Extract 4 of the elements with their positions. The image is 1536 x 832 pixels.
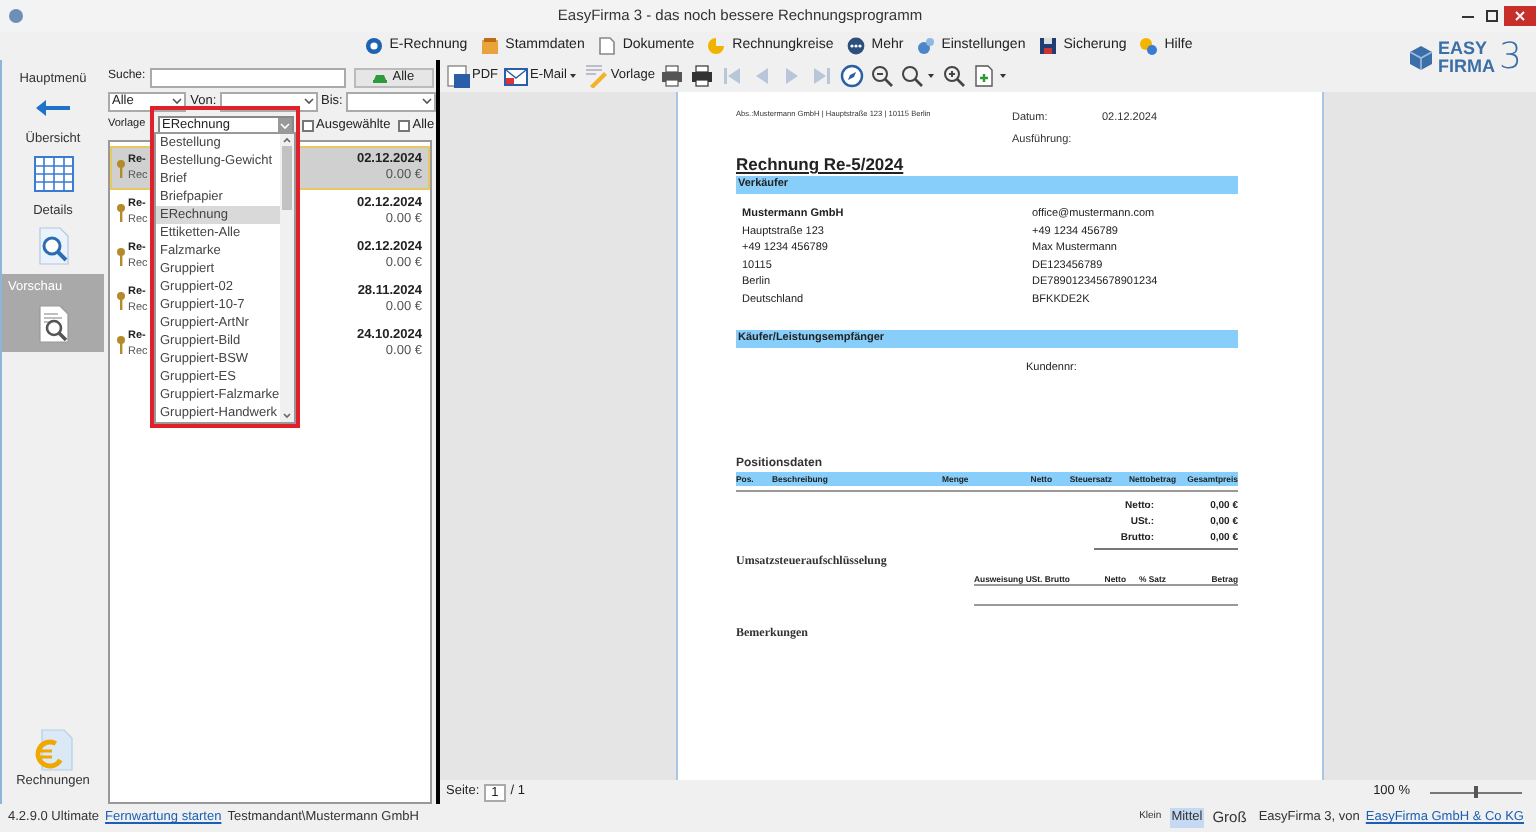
document-title: Rechnung Re-5/2024 [736,154,906,176]
logo-text: FIRMA [1438,58,1495,76]
logo-number: 3 [1499,38,1522,78]
logo-text: EASY [1438,40,1490,58]
